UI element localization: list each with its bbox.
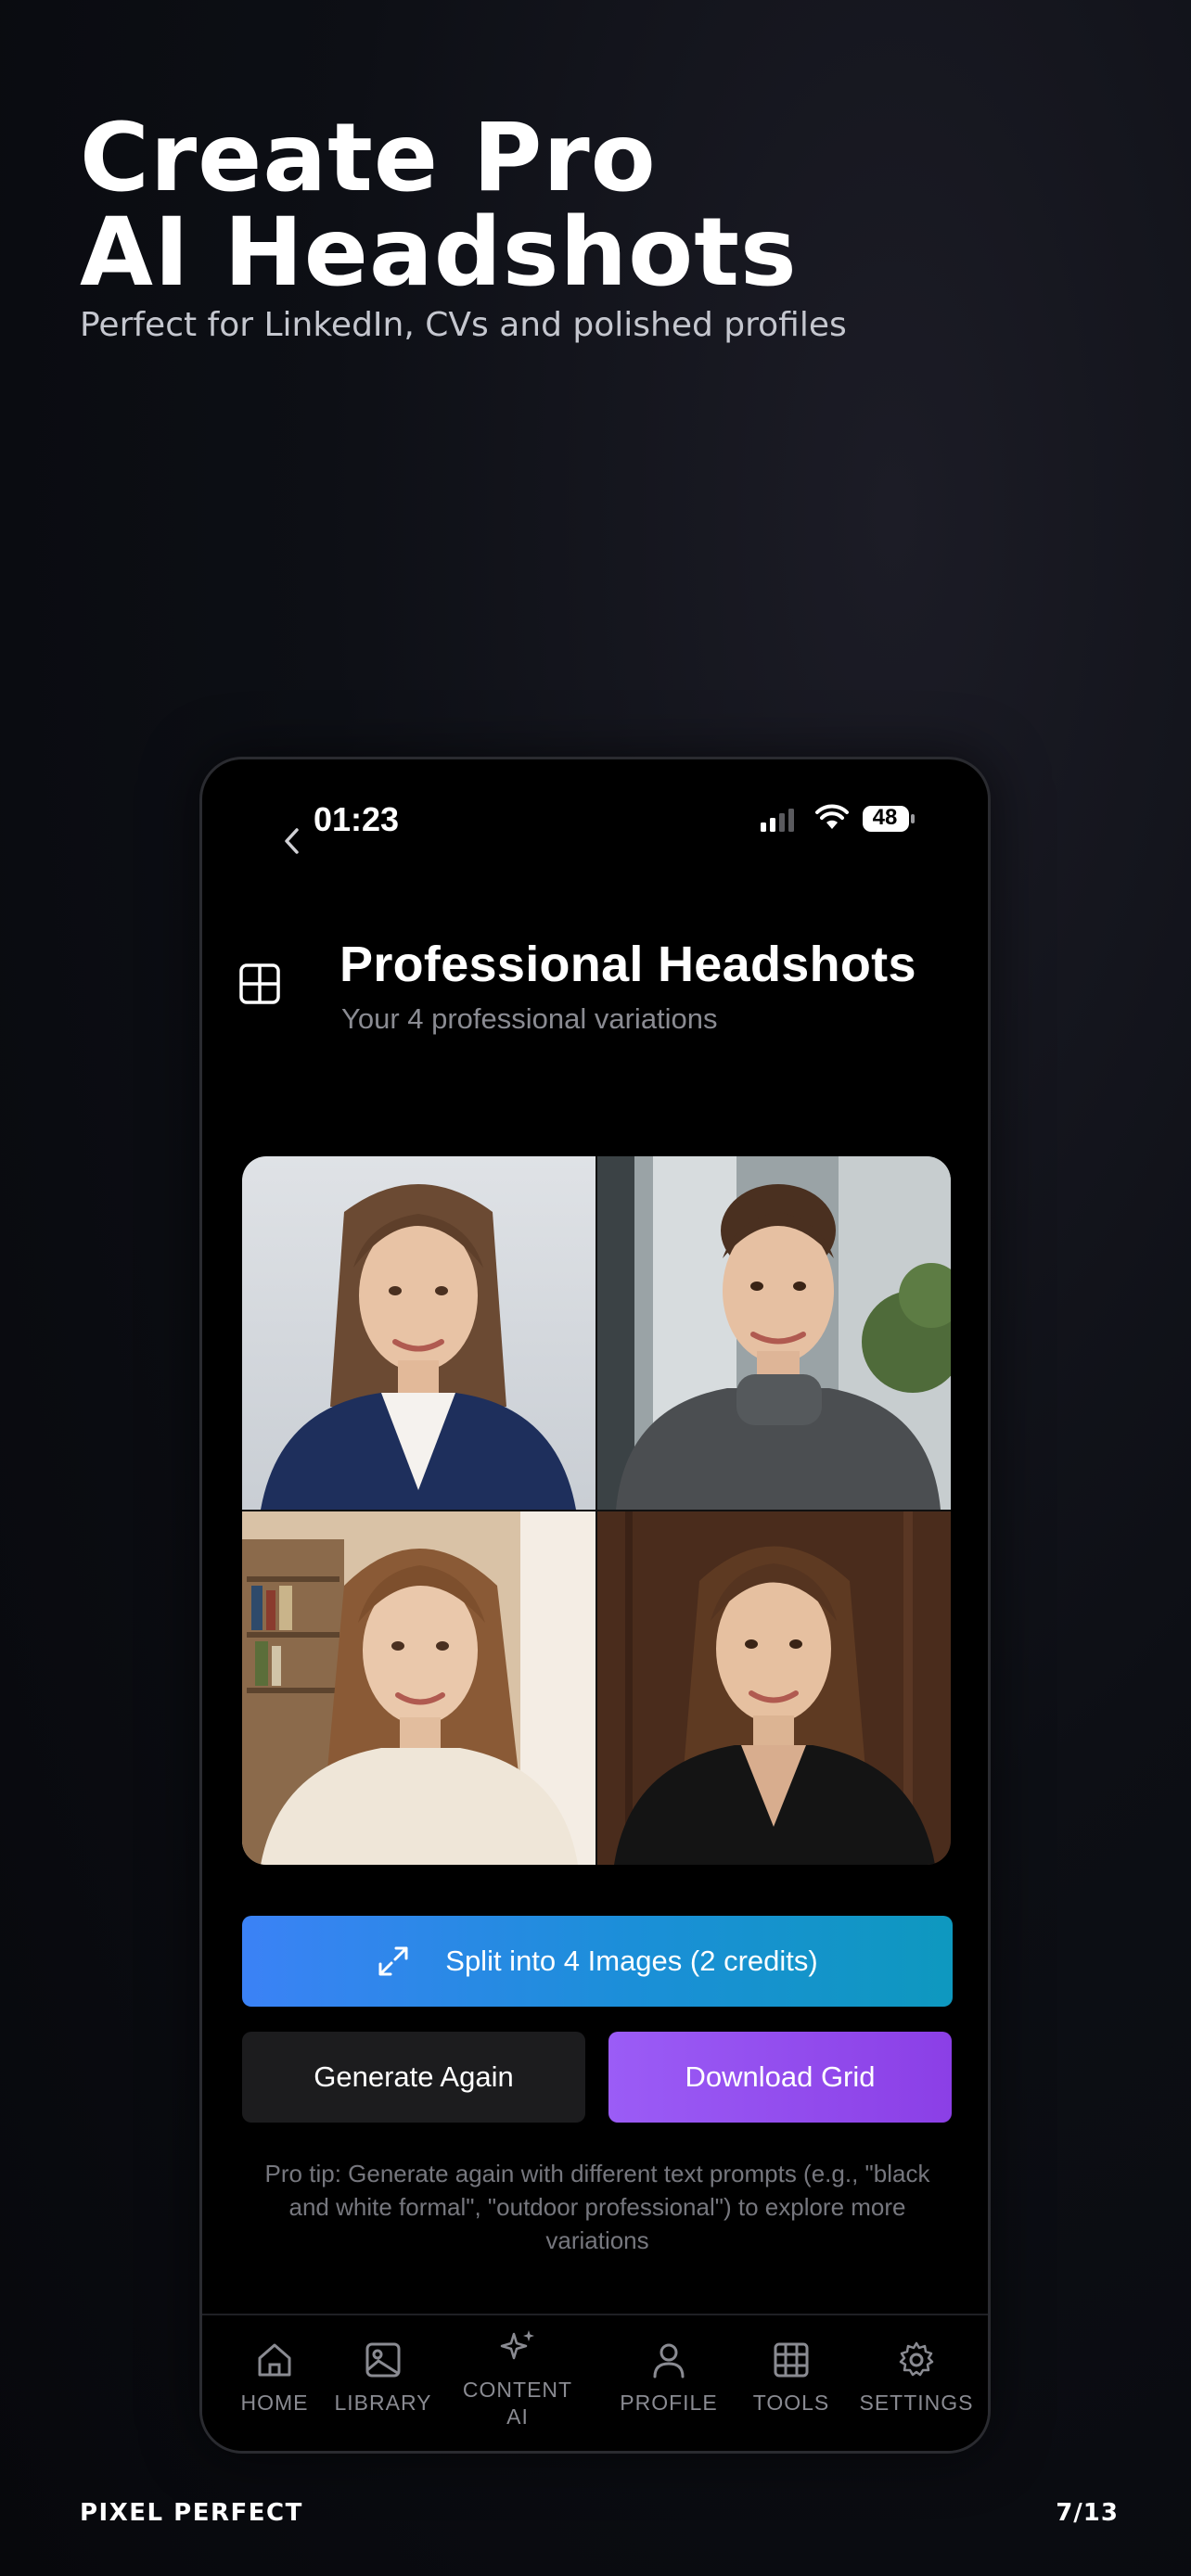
screen-subtitle: Your 4 professional variations xyxy=(341,1002,718,1035)
hero-title-line-1: Create Pro xyxy=(80,103,657,213)
tab-home-label: HOME xyxy=(240,2391,309,2415)
status-time: 01:23 xyxy=(314,800,400,838)
sparkles-icon xyxy=(500,2330,534,2360)
brand-label: PIXEL PERFECT xyxy=(80,2499,303,2527)
headshot-grid[interactable] xyxy=(242,1156,951,1865)
tab-content-ai[interactable]: CONTENT AI xyxy=(453,2315,583,2451)
phone-frame: 01:23 48 Professional Headshots Your 4 p… xyxy=(199,757,991,2454)
expand-arrows-icon xyxy=(378,1946,408,1976)
hero-subtitle: Perfect for LinkedIn, CVs and polished p… xyxy=(80,306,847,344)
page-indicator: 7/13 xyxy=(1056,2499,1119,2527)
gear-icon xyxy=(899,2341,934,2377)
generate-again-button[interactable]: Generate Again xyxy=(242,2032,585,2123)
hero: Create Pro AI Headshots Perfect for Link… xyxy=(80,111,847,345)
tab-home[interactable]: HOME xyxy=(237,2315,312,2451)
tab-bar: HOME LIBRARY CONTENT AI PROFILE TOOLS SE… xyxy=(202,2314,988,2451)
cellular-signal-icon xyxy=(761,809,794,832)
battery-level: 48 xyxy=(872,805,898,830)
download-grid-label: Download Grid xyxy=(685,2060,876,2093)
wifi-icon xyxy=(815,804,849,829)
download-grid-button[interactable]: Download Grid xyxy=(608,2032,952,2123)
tab-tools-label: TOOLS xyxy=(752,2391,830,2415)
back-chevron-icon[interactable] xyxy=(278,823,306,860)
grid-tools-icon xyxy=(774,2342,809,2378)
screen-title: Professional Headshots xyxy=(339,937,916,992)
tab-library-label: LIBRARY xyxy=(334,2391,432,2415)
headshot-tile-2[interactable] xyxy=(597,1156,951,1510)
image-icon xyxy=(365,2342,401,2378)
split-images-button[interactable]: Split into 4 Images (2 credits) xyxy=(242,1916,953,2007)
headshot-tile-1[interactable] xyxy=(242,1156,596,1510)
headshot-tile-3[interactable] xyxy=(242,1511,596,1865)
tab-content-ai-label-line-1: CONTENT xyxy=(462,2378,573,2402)
headshot-tile-4[interactable] xyxy=(597,1511,951,1865)
tab-profile-label: PROFILE xyxy=(620,2391,718,2415)
hero-title: Create Pro AI Headshots xyxy=(80,111,847,300)
tab-settings-label: SETTINGS xyxy=(859,2391,974,2415)
split-images-label: Split into 4 Images (2 credits) xyxy=(445,1945,818,1977)
tab-content-ai-label-line-2: AI xyxy=(506,2404,529,2429)
generate-again-label: Generate Again xyxy=(314,2060,514,2093)
tab-content-ai-label: CONTENT AI xyxy=(463,2377,572,2430)
tab-settings[interactable]: SETTINGS xyxy=(856,2315,977,2451)
status-bar: 01:23 48 xyxy=(202,759,988,871)
home-icon xyxy=(258,2343,291,2377)
user-icon xyxy=(653,2343,685,2378)
pro-tip: Pro tip: Generate again with different t… xyxy=(264,2160,930,2254)
hero-title-line-2: AI Headshots xyxy=(80,198,798,308)
grid-icon xyxy=(239,963,280,1004)
tab-library[interactable]: LIBRARY xyxy=(332,2315,434,2451)
tab-profile[interactable]: PROFILE xyxy=(613,2315,724,2451)
tab-tools[interactable]: TOOLS xyxy=(745,2315,838,2451)
